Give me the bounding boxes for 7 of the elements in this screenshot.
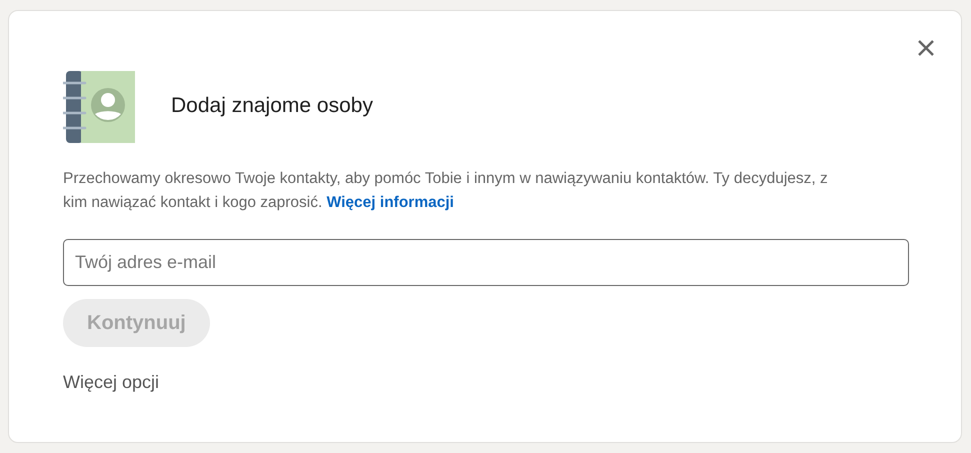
dialog-title: Dodaj znajome osoby (171, 93, 373, 120)
more-options-link[interactable]: Więcej opcji (63, 369, 160, 396)
description-text: Przechowamy okresowo Twoje kontakty, aby pomóc Tobie i innym w nawiązywaniu kontaktów. Ty decydujesz, z kim nawiązać kontakt i kogo zaprosić. Więcej informacji (63, 169, 829, 213)
address-book-icon (63, 69, 135, 143)
close-icon (917, 39, 935, 57)
more-info-link[interactable]: Więcej informacji (326, 194, 454, 211)
email-field[interactable]: Twój adres e-mail (63, 239, 909, 286)
